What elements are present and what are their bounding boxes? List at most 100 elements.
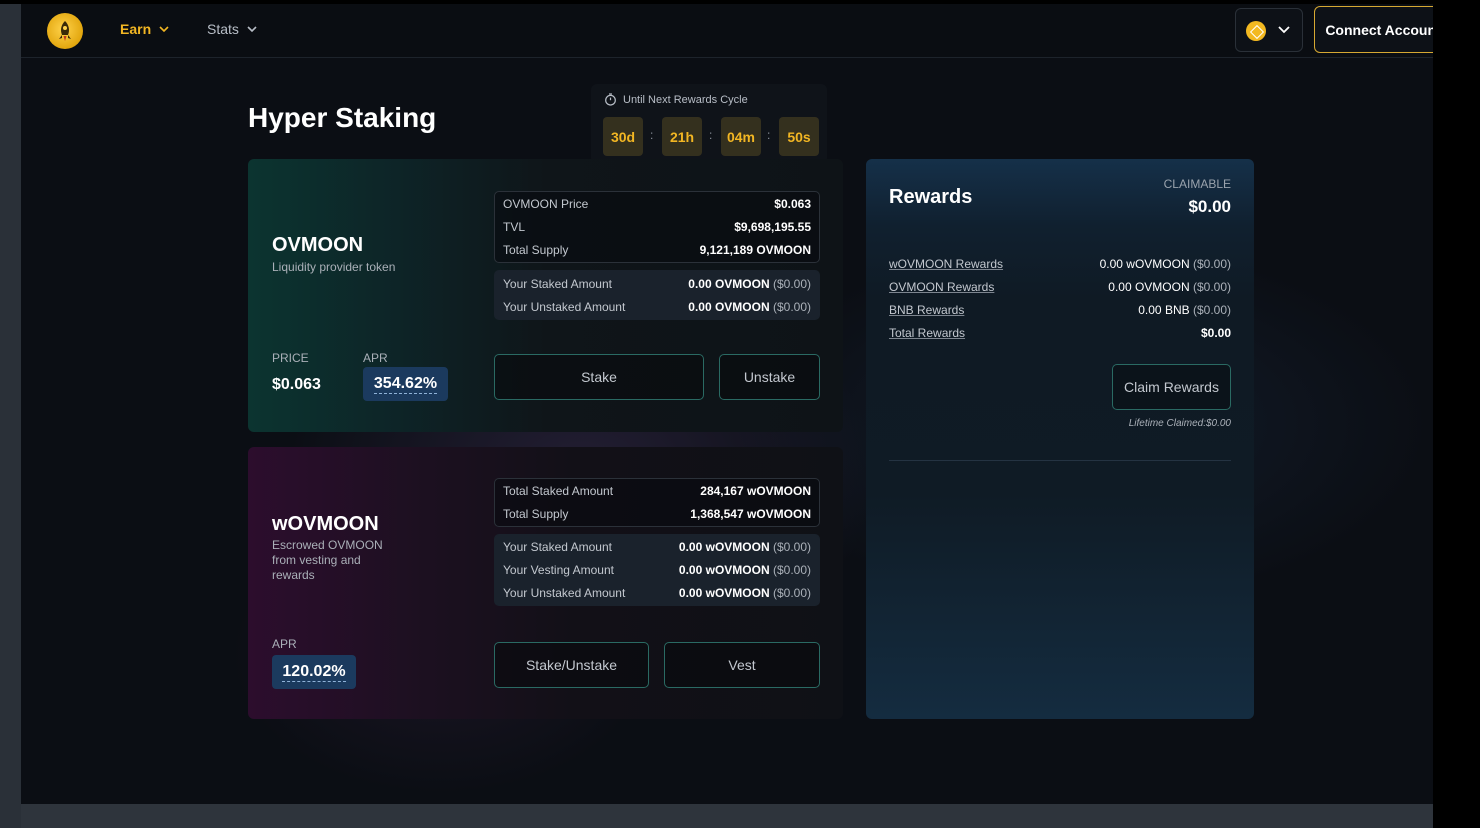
- user-usd: ($0.00): [772, 563, 811, 577]
- countdown-minutes: 04m: [721, 117, 761, 156]
- stat-key: Total Supply: [503, 243, 569, 257]
- user-row: Your Unstaked Amount 0.00 wOVMOON ($0.00): [503, 584, 811, 602]
- reward-value: $0.00: [1200, 326, 1231, 340]
- ovmoon-apr-value: 354.62%: [373, 374, 438, 394]
- wovmoon-apr-value: 120.02%: [282, 662, 346, 682]
- stat-key: Total Supply: [503, 507, 569, 521]
- ovmoon-name: OVMOON: [272, 234, 364, 256]
- reward-key[interactable]: Total Rewards: [889, 326, 965, 340]
- stat-row: OVMOON Price $0.063: [503, 195, 811, 213]
- stat-value: $9,698,195.55: [734, 220, 811, 234]
- reward-row: OVMOON Rewards 0.00 OVMOON ($0.00): [889, 278, 1231, 296]
- user-row: Your Vesting Amount 0.00 wOVMOON ($0.00): [503, 561, 811, 579]
- stat-value: 284,167 wOVMOON: [700, 484, 811, 498]
- stat-key: TVL: [503, 220, 526, 234]
- ovmoon-card: OVMOON Liquidity provider token PRICE $0…: [248, 159, 843, 432]
- wovmoon-card: wOVMOON Escrowed OVMOON from vesting and…: [248, 447, 843, 719]
- countdown-days: 30d: [603, 117, 643, 156]
- wovmoon-description: Escrowed OVMOON from vesting and rewards: [272, 538, 383, 582]
- user-key: Your Staked Amount: [503, 277, 612, 291]
- reward-key[interactable]: BNB Rewards: [889, 303, 964, 317]
- unstake-button[interactable]: Unstake: [719, 354, 820, 400]
- user-usd: ($0.00): [772, 540, 811, 554]
- rocket-coin-icon[interactable]: [47, 13, 83, 49]
- chain-selector[interactable]: [1235, 8, 1303, 52]
- user-row: Your Staked Amount 0.00 OVMOON ($0.00): [503, 275, 811, 293]
- user-usd: ($0.00): [772, 300, 811, 314]
- nav-stats[interactable]: Stats: [207, 21, 259, 37]
- stat-key: OVMOON Price: [503, 197, 589, 211]
- stat-row: TVL $9,698,195.55: [503, 218, 811, 236]
- stat-key: Total Staked Amount: [503, 484, 614, 498]
- user-key: Your Unstaked Amount: [503, 300, 626, 314]
- reward-usd: ($0.00): [1192, 280, 1231, 294]
- page-title: Hyper Staking: [248, 102, 437, 133]
- user-key: Your Staked Amount: [503, 540, 612, 554]
- ovmoon-apr-badge[interactable]: 354.62%: [363, 367, 448, 401]
- divider: [889, 460, 1231, 461]
- ovmoon-price: $0.063: [272, 376, 321, 393]
- user-value: 0.00 wOVMOON: [678, 586, 770, 600]
- ovmoon-user-box: Your Staked Amount 0.00 OVMOON ($0.00) Yo…: [494, 270, 820, 320]
- countdown-sep: :: [709, 128, 713, 142]
- stopwatch-icon: [605, 93, 616, 106]
- reward-key[interactable]: wOVMOON Rewards: [889, 257, 1003, 271]
- user-usd: ($0.00): [772, 586, 811, 600]
- stat-value: $0.063: [774, 197, 811, 211]
- user-value: 0.00 wOVMOON: [678, 563, 770, 577]
- wovmoon-apr-label: APR: [272, 637, 297, 651]
- user-row: Your Unstaked Amount 0.00 OVMOON ($0.00): [503, 298, 811, 316]
- reward-row-total: Total Rewards $0.00: [889, 324, 1231, 342]
- rewards-title: Rewards: [889, 186, 973, 208]
- nav-stats-label: Stats: [207, 21, 239, 37]
- reward-key[interactable]: OVMOON Rewards: [889, 280, 994, 294]
- connect-account-button[interactable]: Connect Account: [1314, 6, 1433, 53]
- user-row: Your Staked Amount 0.00 wOVMOON ($0.00): [503, 538, 811, 556]
- nav-earn[interactable]: Earn: [120, 21, 171, 37]
- reward-value: 0.00 wOVMOON: [1099, 257, 1190, 271]
- countdown-label: Until Next Rewards Cycle: [604, 93, 748, 106]
- user-value: 0.00 wOVMOON: [678, 540, 770, 554]
- wovmoon-stats-box: Total Staked Amount 284,167 wOVMOON Total…: [494, 478, 820, 527]
- ovmoon-price-label: PRICE: [272, 351, 309, 365]
- reward-row: wOVMOON Rewards 0.00 wOVMOON ($0.00): [889, 255, 1231, 273]
- bnb-chain-icon: [1246, 21, 1266, 41]
- user-value: 0.00 OVMOON: [688, 300, 770, 314]
- countdown-hours: 21h: [662, 117, 702, 156]
- stake-unstake-button[interactable]: Stake/Unstake: [494, 642, 649, 688]
- vest-button[interactable]: Vest: [664, 642, 820, 688]
- stake-button[interactable]: Stake: [494, 354, 704, 400]
- ovmoon-description: Liquidity provider token: [272, 260, 396, 274]
- top-nav: Earn Stats Connect Account: [21, 4, 1433, 58]
- claim-rewards-button[interactable]: Claim Rewards: [1112, 364, 1231, 410]
- app-window: Earn Stats Connect Account Hyper Staking…: [21, 4, 1433, 804]
- user-usd: ($0.00): [772, 277, 811, 291]
- wovmoon-apr-badge[interactable]: 120.02%: [272, 655, 356, 689]
- ovmoon-stats-box: OVMOON Price $0.063 TVL $9,698,195.55 Tota…: [494, 191, 820, 263]
- stat-row: Total Staked Amount 284,167 wOVMOON: [503, 482, 811, 500]
- chevron-down-icon: [247, 26, 257, 33]
- user-key: Your Vesting Amount: [503, 563, 614, 577]
- reward-row: BNB Rewards 0.00 BNB ($0.00): [889, 301, 1231, 319]
- countdown-seconds: 50s: [779, 117, 819, 156]
- chevron-down-icon: [159, 26, 169, 33]
- stat-value: 9,121,189 OVMOON: [699, 243, 811, 257]
- countdown-sep: :: [767, 128, 771, 142]
- user-value: 0.00 OVMOON: [688, 277, 770, 291]
- reward-usd: ($0.00): [1192, 303, 1231, 317]
- ovmoon-apr-label: APR: [363, 351, 388, 365]
- claimable-value: $0.00: [1188, 197, 1231, 216]
- chevron-down-icon: [1278, 26, 1290, 34]
- stat-row: Total Supply 1,368,547 wOVMOON: [503, 505, 811, 523]
- stat-row: Total Supply 9,121,189 OVMOON: [503, 241, 811, 259]
- user-key: Your Unstaked Amount: [503, 586, 626, 600]
- stat-value: 1,368,547 wOVMOON: [690, 507, 811, 521]
- claimable-label: CLAIMABLE: [1163, 177, 1231, 191]
- reward-value: 0.00 OVMOON: [1108, 280, 1190, 294]
- wovmoon-name: wOVMOON: [272, 513, 379, 535]
- countdown-label-text: Until Next Rewards Cycle: [623, 93, 748, 106]
- lifetime-claimed: Lifetime Claimed:$0.00: [1128, 418, 1231, 429]
- wovmoon-user-box: Your Staked Amount 0.00 wOVMOON ($0.00) Y…: [494, 534, 820, 606]
- reward-value: 0.00 BNB: [1138, 303, 1190, 317]
- nav-earn-label: Earn: [120, 21, 152, 37]
